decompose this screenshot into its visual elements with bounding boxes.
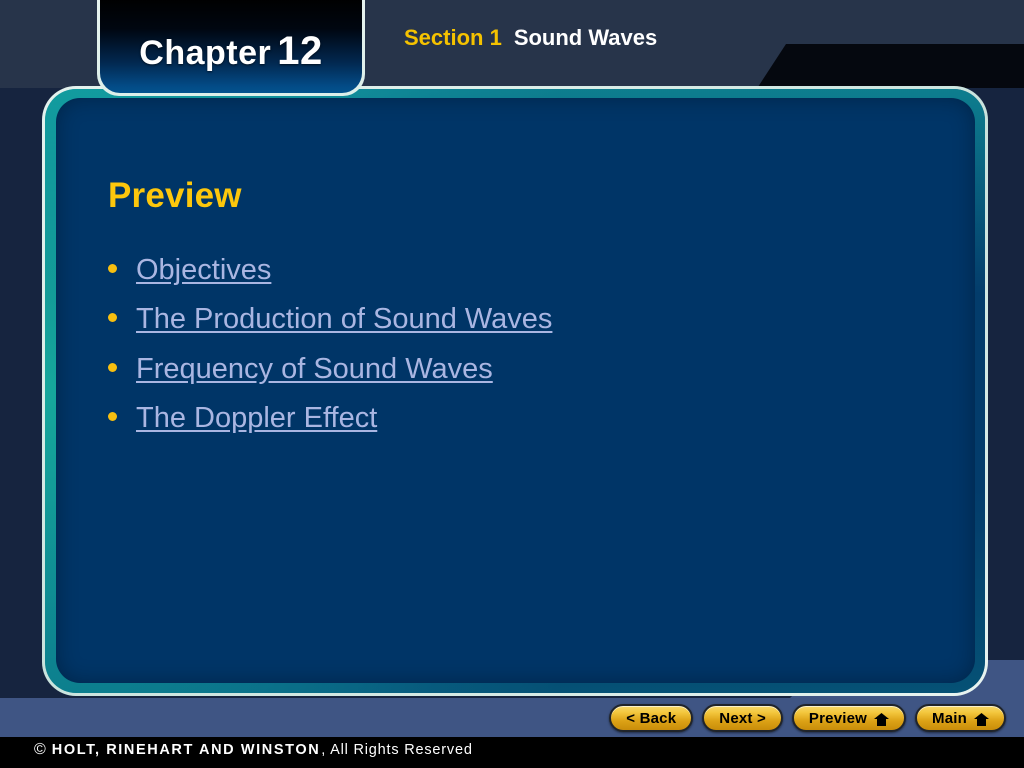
- preview-link-list: Objectives The Production of Sound Waves…: [108, 254, 935, 435]
- header-background-band-right: [760, 0, 1024, 46]
- page-title: Preview: [108, 176, 242, 215]
- slide-content: Preview Objectives The Production of Sou…: [108, 176, 935, 452]
- bullet-icon: [108, 412, 117, 422]
- back-button[interactable]: < Back: [609, 704, 694, 732]
- presentation-slide: Preview Objectives The Production of Sou…: [0, 0, 1024, 768]
- main-button-label: Main: [932, 709, 967, 727]
- home-icon: [874, 712, 890, 726]
- list-item[interactable]: Frequency of Sound Waves: [108, 353, 935, 385]
- chapter-label-group: Chapter 12: [139, 29, 322, 74]
- list-item[interactable]: Objectives: [108, 254, 935, 286]
- preview-button[interactable]: Preview: [791, 704, 907, 732]
- chapter-label: Chapter: [139, 34, 272, 72]
- preview-link-frequency-of-sound-waves[interactable]: Frequency of Sound Waves: [136, 353, 493, 385]
- main-button[interactable]: Main: [915, 704, 1006, 732]
- content-panel-surface: Preview Objectives The Production of Sou…: [56, 98, 975, 683]
- section-title-label: Sound Waves: [513, 25, 658, 50]
- chapter-number: 12: [277, 29, 323, 73]
- preview-button-label: Preview: [808, 709, 868, 727]
- home-icon: [974, 712, 989, 726]
- navigation-bar: < Back Next > Preview Main: [0, 703, 1024, 733]
- list-item[interactable]: The Doppler Effect: [108, 402, 935, 434]
- content-panel-bevel: Preview Objectives The Production of Sou…: [45, 89, 985, 693]
- preview-link-production-of-sound-waves[interactable]: The Production of Sound Waves: [136, 303, 552, 335]
- back-button-label: < Back: [626, 709, 677, 727]
- preview-link-doppler-effect[interactable]: The Doppler Effect: [136, 402, 377, 434]
- chapter-tab: Chapter 12: [97, 0, 365, 96]
- preview-link-objectives[interactable]: Objectives: [136, 254, 271, 286]
- bullet-icon: [108, 313, 117, 323]
- bullet-icon: [108, 264, 117, 273]
- section-heading: Section 1 Sound Waves: [404, 25, 657, 51]
- next-button[interactable]: Next >: [702, 704, 783, 732]
- rights-text: , All Rights Reserved: [321, 742, 473, 758]
- content-panel: Preview Objectives The Production of Sou…: [42, 86, 988, 696]
- upper-right-angled-wedge: [756, 44, 1024, 90]
- chapter-tab-surface: Chapter 12: [100, 0, 362, 93]
- section-number-label: Section 1: [404, 25, 502, 50]
- copyright-notice: © HOLT, RINEHART AND WINSTON , All Right…: [34, 741, 473, 759]
- list-item[interactable]: The Production of Sound Waves: [108, 303, 935, 335]
- publisher-name: HOLT, RINEHART AND WINSTON: [51, 742, 321, 758]
- bullet-icon: [108, 362, 117, 372]
- next-button-label: Next >: [719, 709, 766, 727]
- copyright-icon: ©: [34, 741, 46, 758]
